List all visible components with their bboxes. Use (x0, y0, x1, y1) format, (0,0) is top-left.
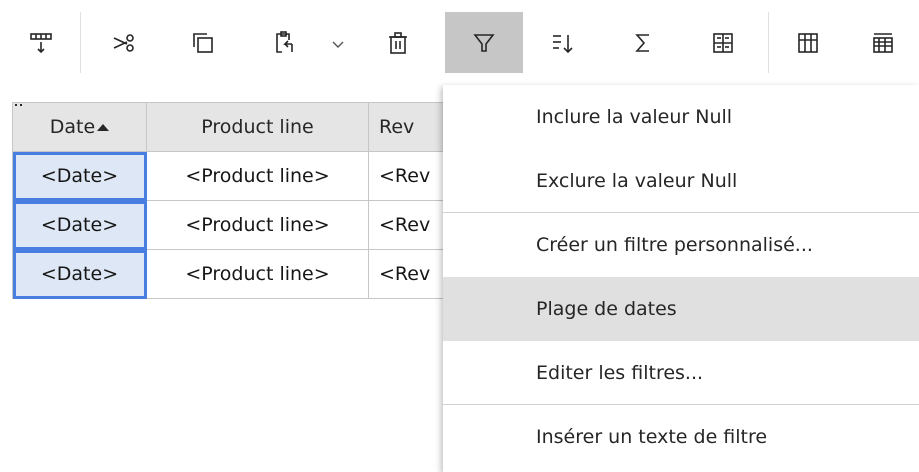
table-cell-date[interactable]: <Date> (12, 151, 147, 201)
sort-ascending-icon (97, 124, 110, 131)
table-row: <Date> <Product line> <Rev (12, 151, 449, 201)
column-header-label: Date (49, 116, 96, 138)
paste-icon (276, 30, 293, 53)
table-cell-date[interactable]: <Date> (12, 200, 147, 250)
delete-button[interactable] (375, 12, 421, 73)
report-editor: Date Product line Rev <Date> <Product li… (0, 0, 919, 472)
toolbar-separator (80, 12, 81, 73)
paste-button[interactable] (262, 12, 308, 73)
sort-button[interactable] (540, 12, 586, 73)
filter-menu: Inclure la valeur Null Exclure la valeur… (443, 85, 919, 472)
summarize-icon (635, 33, 649, 52)
table-cell-product-line[interactable]: <Product line> (146, 249, 369, 299)
crosstab-icon (713, 32, 733, 53)
insert-column-button[interactable] (18, 12, 64, 73)
table-cell-product-line[interactable]: <Product line> (146, 151, 369, 201)
toolbar (0, 0, 919, 88)
table-cell-revenue[interactable]: <Rev (368, 200, 449, 250)
delete-icon (389, 31, 407, 54)
column-header-label: Product line (201, 116, 314, 138)
menu-item-create-custom-filter[interactable]: Créer un filtre personnalisé... (443, 213, 919, 277)
drag-handle-icon[interactable] (15, 104, 25, 110)
list-icon (873, 32, 893, 53)
column-header-label: Rev (379, 116, 415, 138)
column-header-date[interactable]: Date (12, 102, 147, 152)
table-row: <Date> <Product line> <Rev (12, 200, 449, 250)
report-table: Date Product line Rev <Date> <Product li… (12, 102, 449, 299)
list-button[interactable] (860, 12, 906, 73)
toolbar-separator (768, 12, 769, 73)
menu-item-exclude-null[interactable]: Exclure la valeur Null (443, 149, 919, 213)
menu-item-date-range[interactable]: Plage de dates (443, 277, 919, 341)
copy-icon (193, 32, 213, 53)
table-cell-revenue[interactable]: <Rev (368, 249, 449, 299)
table-header-row: Date Product line Rev (12, 102, 449, 152)
cut-button[interactable] (100, 12, 146, 73)
menu-item-include-null[interactable]: Inclure la valeur Null (443, 85, 919, 149)
menu-item-insert-filter-text[interactable]: Insérer un texte de filtre (443, 405, 919, 469)
menu-item-edit-filters[interactable]: Editer les filtres... (443, 341, 919, 405)
cut-icon (113, 33, 134, 52)
table-cell-product-line[interactable]: <Product line> (146, 200, 369, 250)
summarize-button[interactable] (620, 12, 666, 73)
column-insert-icon (30, 32, 52, 53)
chevron-down-icon (332, 41, 344, 48)
filter-icon (473, 33, 495, 52)
sort-icon (553, 34, 573, 53)
crosstab-button[interactable] (700, 12, 746, 73)
table-cell-date[interactable]: <Date> (12, 249, 147, 299)
copy-button[interactable] (180, 12, 226, 73)
filter-button[interactable] (445, 12, 523, 73)
table-icon (798, 32, 818, 53)
table-button[interactable] (785, 12, 831, 73)
column-header-product-line[interactable]: Product line (146, 102, 369, 152)
paste-options-dropdown[interactable] (330, 36, 346, 57)
column-header-revenue[interactable]: Rev (368, 102, 449, 152)
table-cell-revenue[interactable]: <Rev (368, 151, 449, 201)
table-row: <Date> <Product line> <Rev (12, 249, 449, 299)
